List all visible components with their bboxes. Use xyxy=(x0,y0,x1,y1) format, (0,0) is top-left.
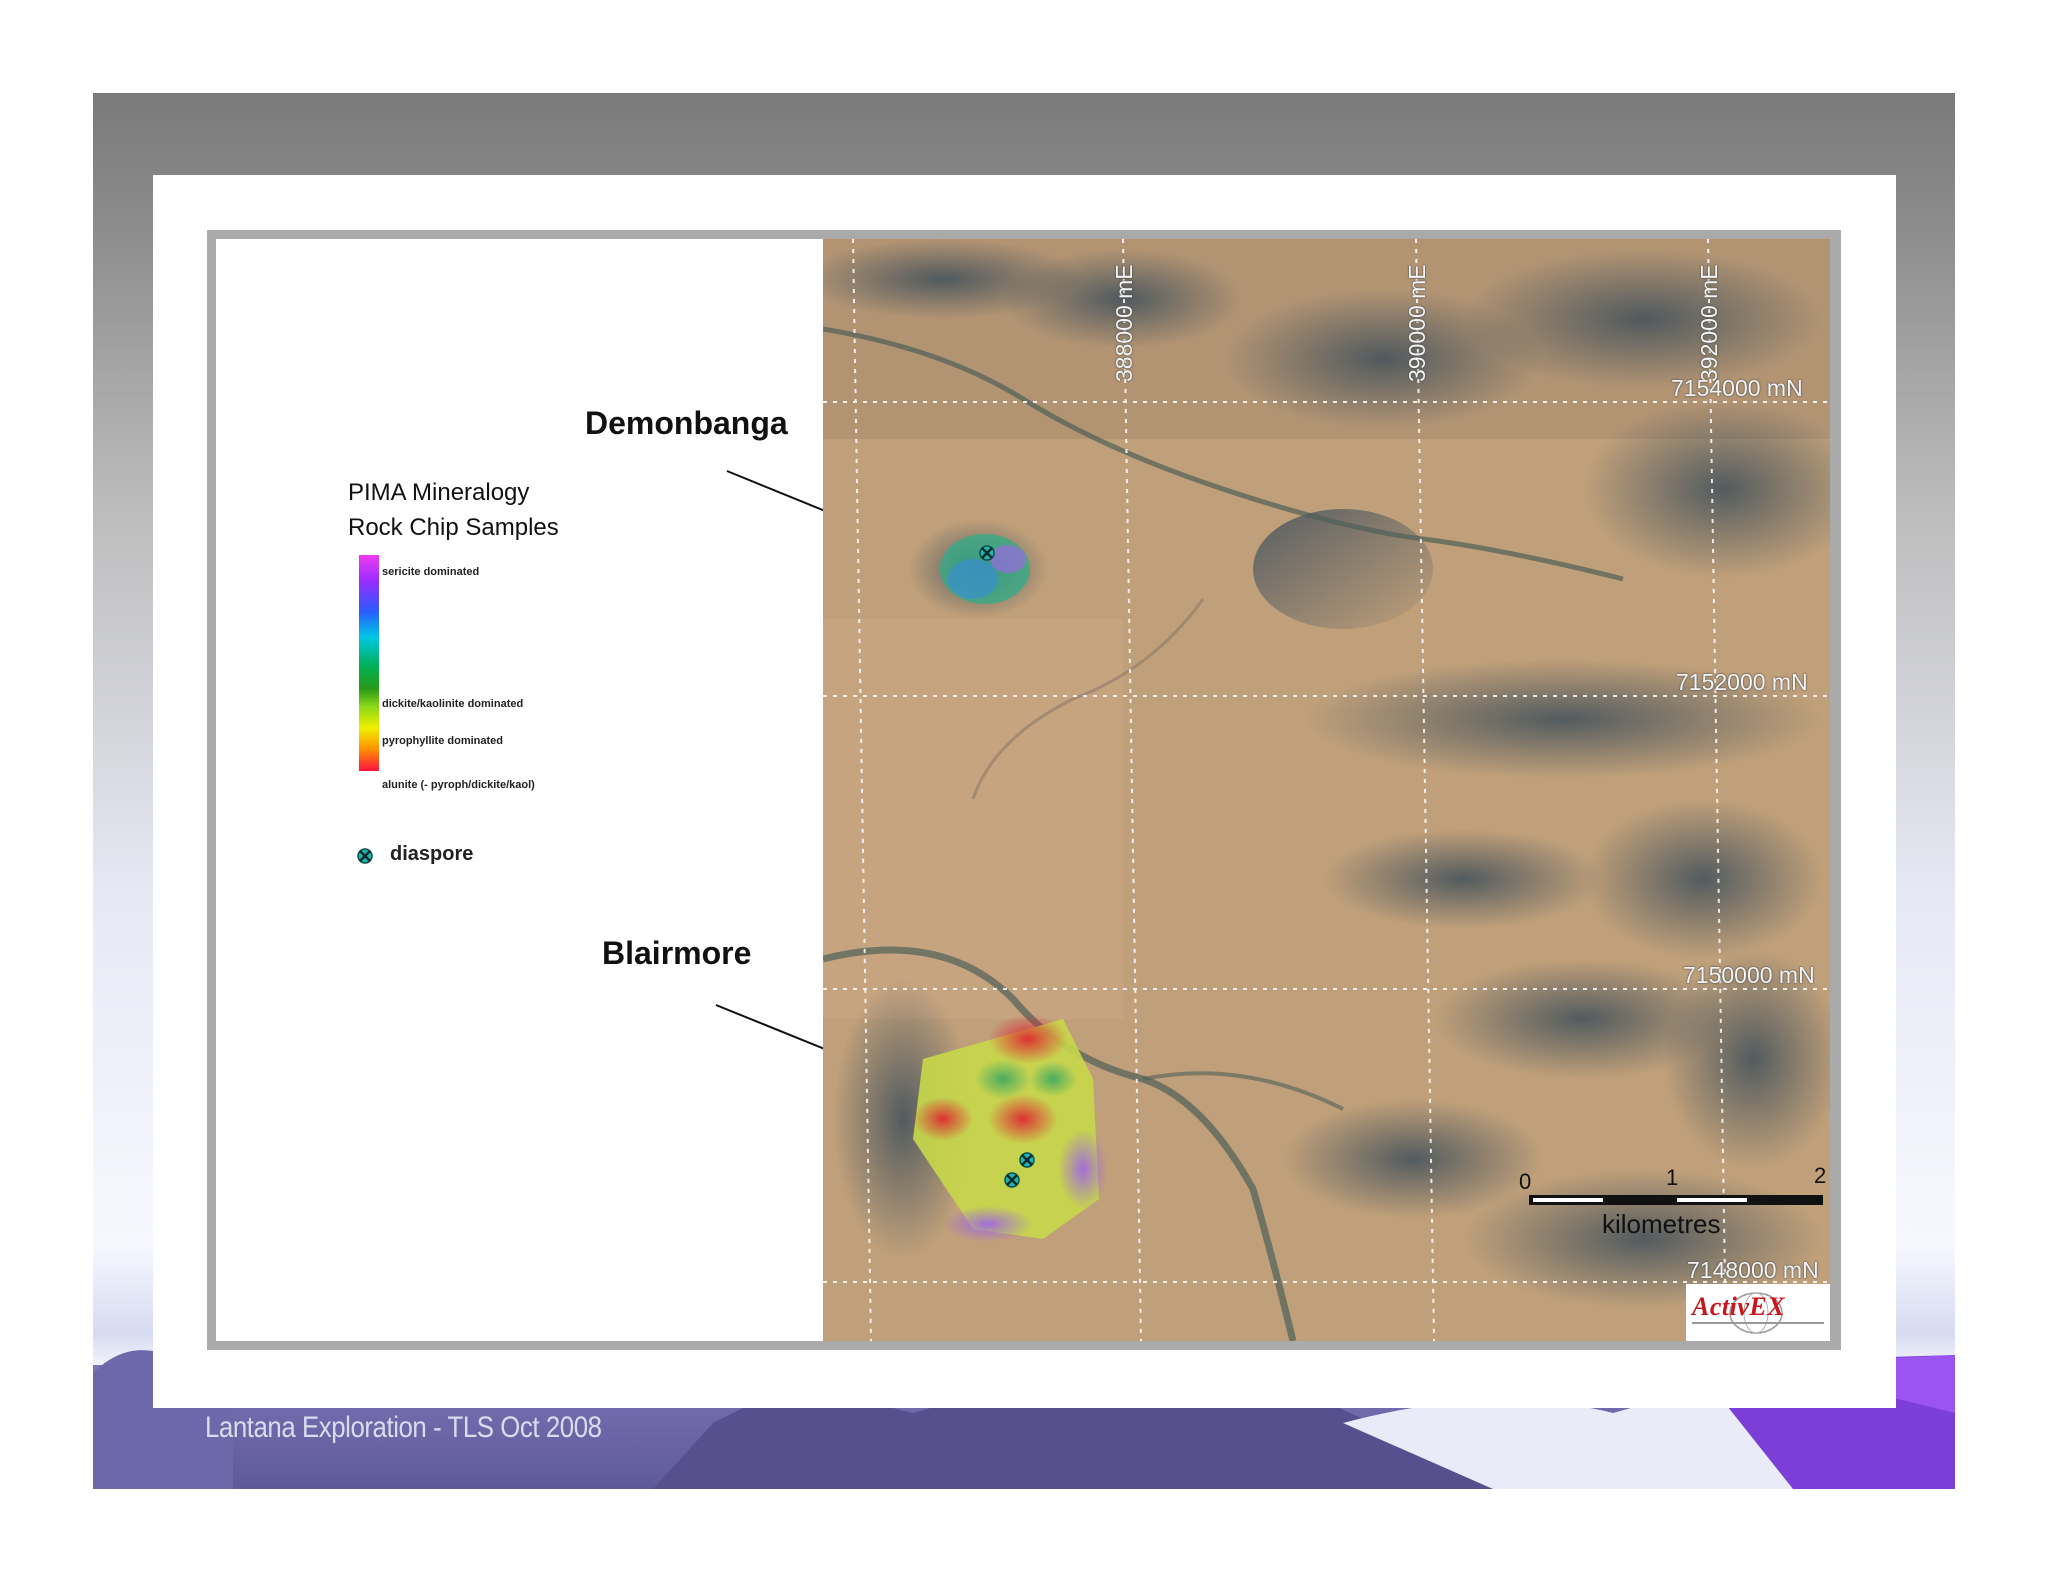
northing-label-2: 7152000 mN xyxy=(1676,669,1808,695)
footer-text: Lantana Exploration - TLS Oct 2008 xyxy=(205,1411,602,1444)
northing-label-3: 7150000 mN xyxy=(1683,962,1815,988)
logo-underline xyxy=(1692,1322,1824,1324)
satellite-map[interactable]: 388000 mE 390000 mE 392000 mE 7154000 mN… xyxy=(823,239,1830,1341)
easting-label-2: 390000 mE xyxy=(1404,264,1430,382)
diaspore-marker-icon[interactable] xyxy=(1018,1151,1036,1169)
diaspore-marker-icon[interactable] xyxy=(978,544,996,562)
annotation-arrows xyxy=(715,470,916,1341)
scale-unit: kilometres xyxy=(1602,1209,1721,1239)
scale-tick-0: 0 xyxy=(1519,1169,1532,1194)
activex-logo: ActivEX xyxy=(1686,1284,1830,1341)
easting-label-3: 392000 mE xyxy=(1696,264,1722,382)
logo-text: ActivEX xyxy=(1692,1292,1786,1321)
northing-label-1: 7154000 mN xyxy=(1671,375,1803,401)
diaspore-marker-icon[interactable] xyxy=(1003,1171,1021,1189)
scale-tick-1: 1 xyxy=(1666,1165,1679,1190)
scale-bar xyxy=(1529,1195,1823,1205)
map-imagery xyxy=(823,239,1830,1341)
northing-label-4: 7148000 mN xyxy=(1687,1257,1819,1283)
figure-area: PIMA Mineralogy Rock Chip Samples serici… xyxy=(216,239,1830,1341)
easting-label-1: 388000 mE xyxy=(1111,264,1137,382)
scale-tick-2: 2 xyxy=(1814,1163,1827,1188)
